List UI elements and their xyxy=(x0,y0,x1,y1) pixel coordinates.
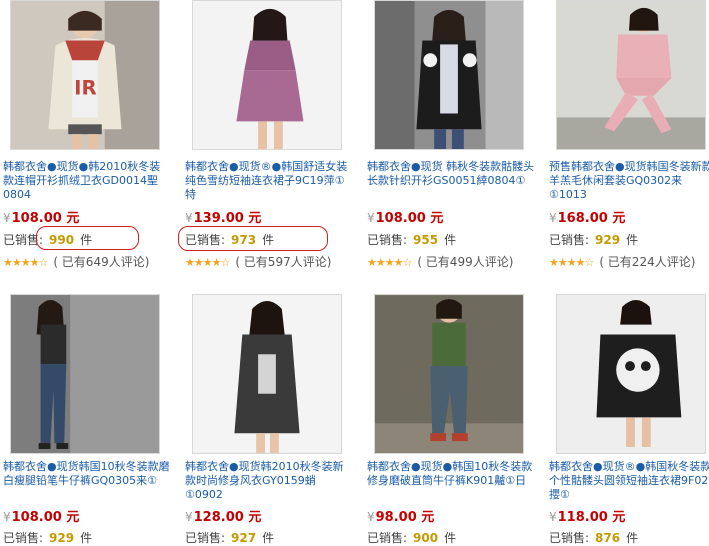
product-image[interactable] xyxy=(192,0,342,150)
sales-count: 已销售: 927 件 xyxy=(185,531,275,545)
model-photo xyxy=(375,295,523,453)
sales-count: 已销售: 955 件 xyxy=(367,233,457,247)
rating-row: ★★★★☆ ( 已有597人评论) xyxy=(185,253,331,270)
product-image[interactable] xyxy=(374,294,524,454)
model-photo xyxy=(375,1,523,149)
rating-row: ★★★★☆ ( 已有499人评论) xyxy=(367,253,513,270)
product-title-link[interactable]: 韩都衣舍●现货韩2010秋冬装新款时尚修身风衣GY0159蛸①0902 xyxy=(185,460,353,502)
model-photo xyxy=(193,1,341,149)
review-count-link[interactable]: ( 已有597人评论) xyxy=(235,255,331,269)
product-price: ¥108.00 元 xyxy=(3,510,80,525)
model-photo xyxy=(193,295,341,453)
product-title-link[interactable]: 韩都衣舍●现货●韩2010秋冬装款连帽开衫抓绒卫衣GD0014聖0804 xyxy=(3,160,171,202)
review-count-link[interactable]: ( 已有499人评论) xyxy=(417,255,513,269)
product-image[interactable] xyxy=(556,0,706,150)
model-photo: IR xyxy=(11,1,159,149)
product-price: ¥108.00 元 xyxy=(3,211,80,226)
product-title-link[interactable]: 韩都衣舍●现货 韩秋冬装款骷髅头长款针织开衫GS0051緈0804① xyxy=(367,160,535,188)
product-title-link[interactable]: 韩都衣舍●现货●韩国10秋冬装款修身磨破直筒牛仔裤K901齇①日 xyxy=(367,460,535,488)
svg-text:IR: IR xyxy=(74,77,97,100)
model-photo xyxy=(557,1,705,149)
star-rating-icon: ★★★★☆ xyxy=(185,256,230,269)
sales-count: 已销售: 876 件 xyxy=(549,531,639,545)
review-count-link[interactable]: ( 已有649人评论) xyxy=(53,255,149,269)
product-image[interactable] xyxy=(10,294,160,454)
review-count-link[interactable]: ( 已有224人评论) xyxy=(599,255,695,269)
product-price: ¥98.00 元 xyxy=(367,510,435,525)
product-price: ¥139.00 元 xyxy=(185,211,262,226)
sales-count: 已销售: 929 件 xyxy=(3,531,93,545)
sales-count: 已销售: 990 件 xyxy=(3,233,93,247)
star-rating-icon: ★★★★☆ xyxy=(367,256,412,269)
product-image[interactable] xyxy=(556,294,706,454)
product-image[interactable] xyxy=(192,294,342,454)
product-price: ¥128.00 元 xyxy=(185,510,262,525)
rating-row: ★★★★☆ ( 已有649人评论) xyxy=(3,253,149,270)
model-photo xyxy=(11,295,159,453)
model-photo xyxy=(557,295,705,453)
product-title-link[interactable]: 预售韩都衣舍●现货韩国冬装新款羊羔毛休闲套装GQ0302来①1013 xyxy=(549,160,709,202)
sales-count: 已销售: 973 件 xyxy=(185,233,275,247)
product-title-link[interactable]: 韩都衣舍●现货韩国10秋冬装款磨白瘦腿铅笔牛仔裤GQ0305来① xyxy=(3,460,171,488)
product-image[interactable]: IR xyxy=(10,0,160,150)
product-price: ¥168.00 元 xyxy=(549,211,626,226)
sales-count: 已销售: 929 件 xyxy=(549,233,639,247)
product-title-link[interactable]: 韩都衣舍●现货®●韩国秋冬装款个性骷髅头圆领短袖连衣裙9F02攖① xyxy=(549,460,709,502)
product-price: ¥108.00 元 xyxy=(367,211,444,226)
product-title-link[interactable]: 韩都衣舍●现货®●韩国舒适女装纯色雪纺短袖连衣裙子9C19萍①特 xyxy=(185,160,353,202)
star-rating-icon: ★★★★☆ xyxy=(3,256,48,269)
sales-count: 已销售: 900 件 xyxy=(367,531,457,545)
star-rating-icon: ★★★★☆ xyxy=(549,256,594,269)
product-price: ¥118.00 元 xyxy=(549,510,626,525)
rating-row: ★★★★☆ ( 已有224人评论) xyxy=(549,253,695,270)
product-image[interactable] xyxy=(374,0,524,150)
